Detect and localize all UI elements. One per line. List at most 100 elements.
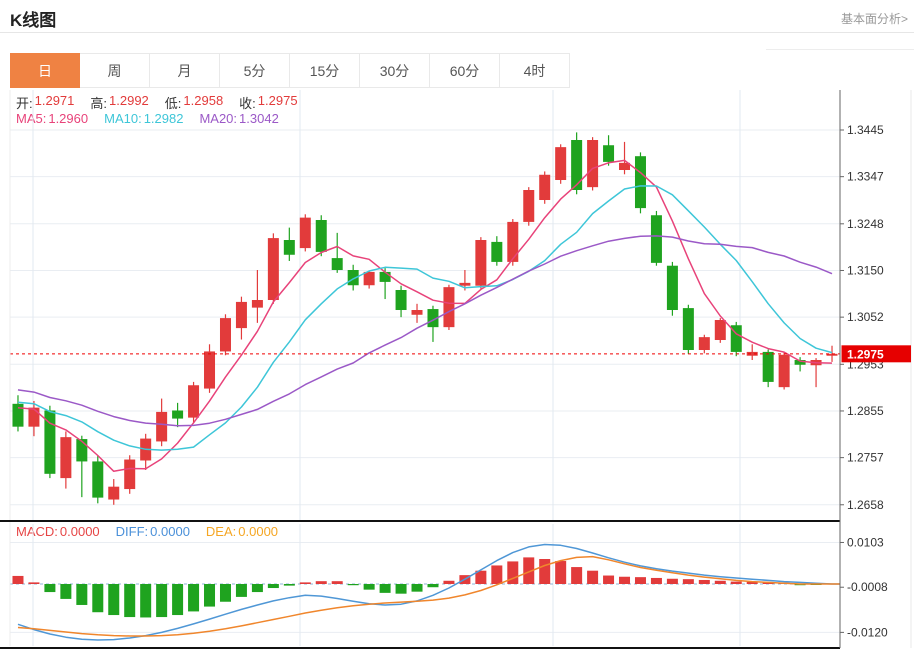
macd-bar[interactable] xyxy=(60,584,71,599)
macd-bar[interactable] xyxy=(348,584,359,585)
macd-bar[interactable] xyxy=(491,565,502,584)
macd-bar[interactable] xyxy=(236,584,247,597)
ma20-line xyxy=(18,236,832,426)
tab-日[interactable]: 日 xyxy=(10,53,80,88)
candle[interactable] xyxy=(204,351,215,388)
macd-bar[interactable] xyxy=(188,584,199,611)
candle[interactable] xyxy=(459,283,470,286)
candle[interactable] xyxy=(60,437,71,478)
macd-bar[interactable] xyxy=(427,584,438,587)
macd-bar[interactable] xyxy=(603,576,614,584)
macd-bar[interactable] xyxy=(284,584,295,586)
macd-bar[interactable] xyxy=(539,559,550,584)
macd-bar[interactable] xyxy=(156,584,167,617)
macd-bar[interactable] xyxy=(380,584,391,593)
macd-bar[interactable] xyxy=(316,581,327,584)
candle[interactable] xyxy=(443,287,454,327)
candle[interactable] xyxy=(172,410,183,418)
candle[interactable] xyxy=(651,215,662,263)
macd-bar[interactable] xyxy=(220,584,231,602)
candle[interactable] xyxy=(683,308,694,350)
candle[interactable] xyxy=(156,412,167,442)
right-panel-top-border xyxy=(766,49,914,50)
candle[interactable] xyxy=(412,310,423,315)
candle[interactable] xyxy=(667,266,678,310)
candle[interactable] xyxy=(779,355,790,387)
candle[interactable] xyxy=(268,238,279,300)
fundamental-analysis-link[interactable]: 基本面分析> xyxy=(841,10,908,27)
macd-bar[interactable] xyxy=(124,584,135,617)
tab-5分[interactable]: 5分 xyxy=(220,53,290,88)
macd-bar[interactable] xyxy=(715,581,726,584)
candle[interactable] xyxy=(284,240,295,255)
macd-bar[interactable] xyxy=(204,584,215,607)
candle[interactable] xyxy=(300,218,311,248)
tab-15分[interactable]: 15分 xyxy=(290,53,360,88)
candle[interactable] xyxy=(92,461,103,497)
candle[interactable] xyxy=(220,318,231,351)
tab-30分[interactable]: 30分 xyxy=(360,53,430,88)
candle[interactable] xyxy=(188,385,199,417)
macd-bar[interactable] xyxy=(651,578,662,584)
candle[interactable] xyxy=(108,487,119,500)
gridlines xyxy=(10,90,840,646)
macd-bar[interactable] xyxy=(108,584,119,615)
macd-bar[interactable] xyxy=(268,584,279,588)
candle[interactable] xyxy=(523,190,534,222)
candle[interactable] xyxy=(491,242,502,262)
candle[interactable] xyxy=(635,156,646,208)
macd-bar[interactable] xyxy=(667,579,678,584)
candle[interactable] xyxy=(603,145,614,162)
macd-bar[interactable] xyxy=(555,561,566,584)
candle[interactable] xyxy=(715,320,726,340)
candle[interactable] xyxy=(124,460,135,490)
macd-bar[interactable] xyxy=(396,584,407,594)
macd-histogram xyxy=(12,557,821,617)
tab-周[interactable]: 周 xyxy=(80,53,150,88)
macd-bar[interactable] xyxy=(683,579,694,584)
macd-bar[interactable] xyxy=(92,584,103,612)
macd-bar[interactable] xyxy=(252,584,263,592)
macd-bar[interactable] xyxy=(28,582,39,584)
candle[interactable] xyxy=(587,140,598,187)
candle[interactable] xyxy=(236,302,247,328)
candle[interactable] xyxy=(763,352,774,382)
candle[interactable] xyxy=(316,220,327,252)
macd-bar[interactable] xyxy=(332,581,343,584)
macd-bar[interactable] xyxy=(587,571,598,584)
macd-bar[interactable] xyxy=(443,581,454,584)
tab-月[interactable]: 月 xyxy=(150,53,220,88)
chart-canvas[interactable]: 1.34451.33471.32481.31501.30521.29531.28… xyxy=(0,88,914,651)
macd-bar[interactable] xyxy=(571,567,582,584)
candle[interactable] xyxy=(76,439,87,461)
macd-bar[interactable] xyxy=(364,584,375,590)
macd-bar[interactable] xyxy=(140,584,151,617)
candle[interactable] xyxy=(699,337,710,350)
tab-60分[interactable]: 60分 xyxy=(430,53,500,88)
macd-tick-label: -0.0008 xyxy=(847,580,888,594)
candle[interactable] xyxy=(555,147,566,180)
tab-4时[interactable]: 4时 xyxy=(500,53,570,88)
macd-bar[interactable] xyxy=(76,584,87,605)
candle[interactable] xyxy=(539,175,550,200)
candle[interactable] xyxy=(507,222,518,262)
macd-bar[interactable] xyxy=(44,584,55,592)
candle[interactable] xyxy=(252,300,263,308)
macd-bar[interactable] xyxy=(12,576,23,584)
candle[interactable] xyxy=(28,408,39,427)
candle[interactable] xyxy=(364,272,375,285)
macd-bar[interactable] xyxy=(172,584,183,615)
candle[interactable] xyxy=(475,240,486,286)
candle[interactable] xyxy=(332,258,343,270)
candle[interactable] xyxy=(571,140,582,190)
macd-bar[interactable] xyxy=(300,582,311,584)
candle[interactable] xyxy=(396,290,407,310)
candle[interactable] xyxy=(12,404,23,427)
macd-bar[interactable] xyxy=(635,577,646,584)
candle[interactable] xyxy=(380,272,391,282)
macd-bar[interactable] xyxy=(699,580,710,584)
macd-bar[interactable] xyxy=(731,582,742,584)
macd-bar[interactable] xyxy=(619,577,630,584)
macd-bar[interactable] xyxy=(412,584,423,592)
header-divider xyxy=(0,32,914,33)
